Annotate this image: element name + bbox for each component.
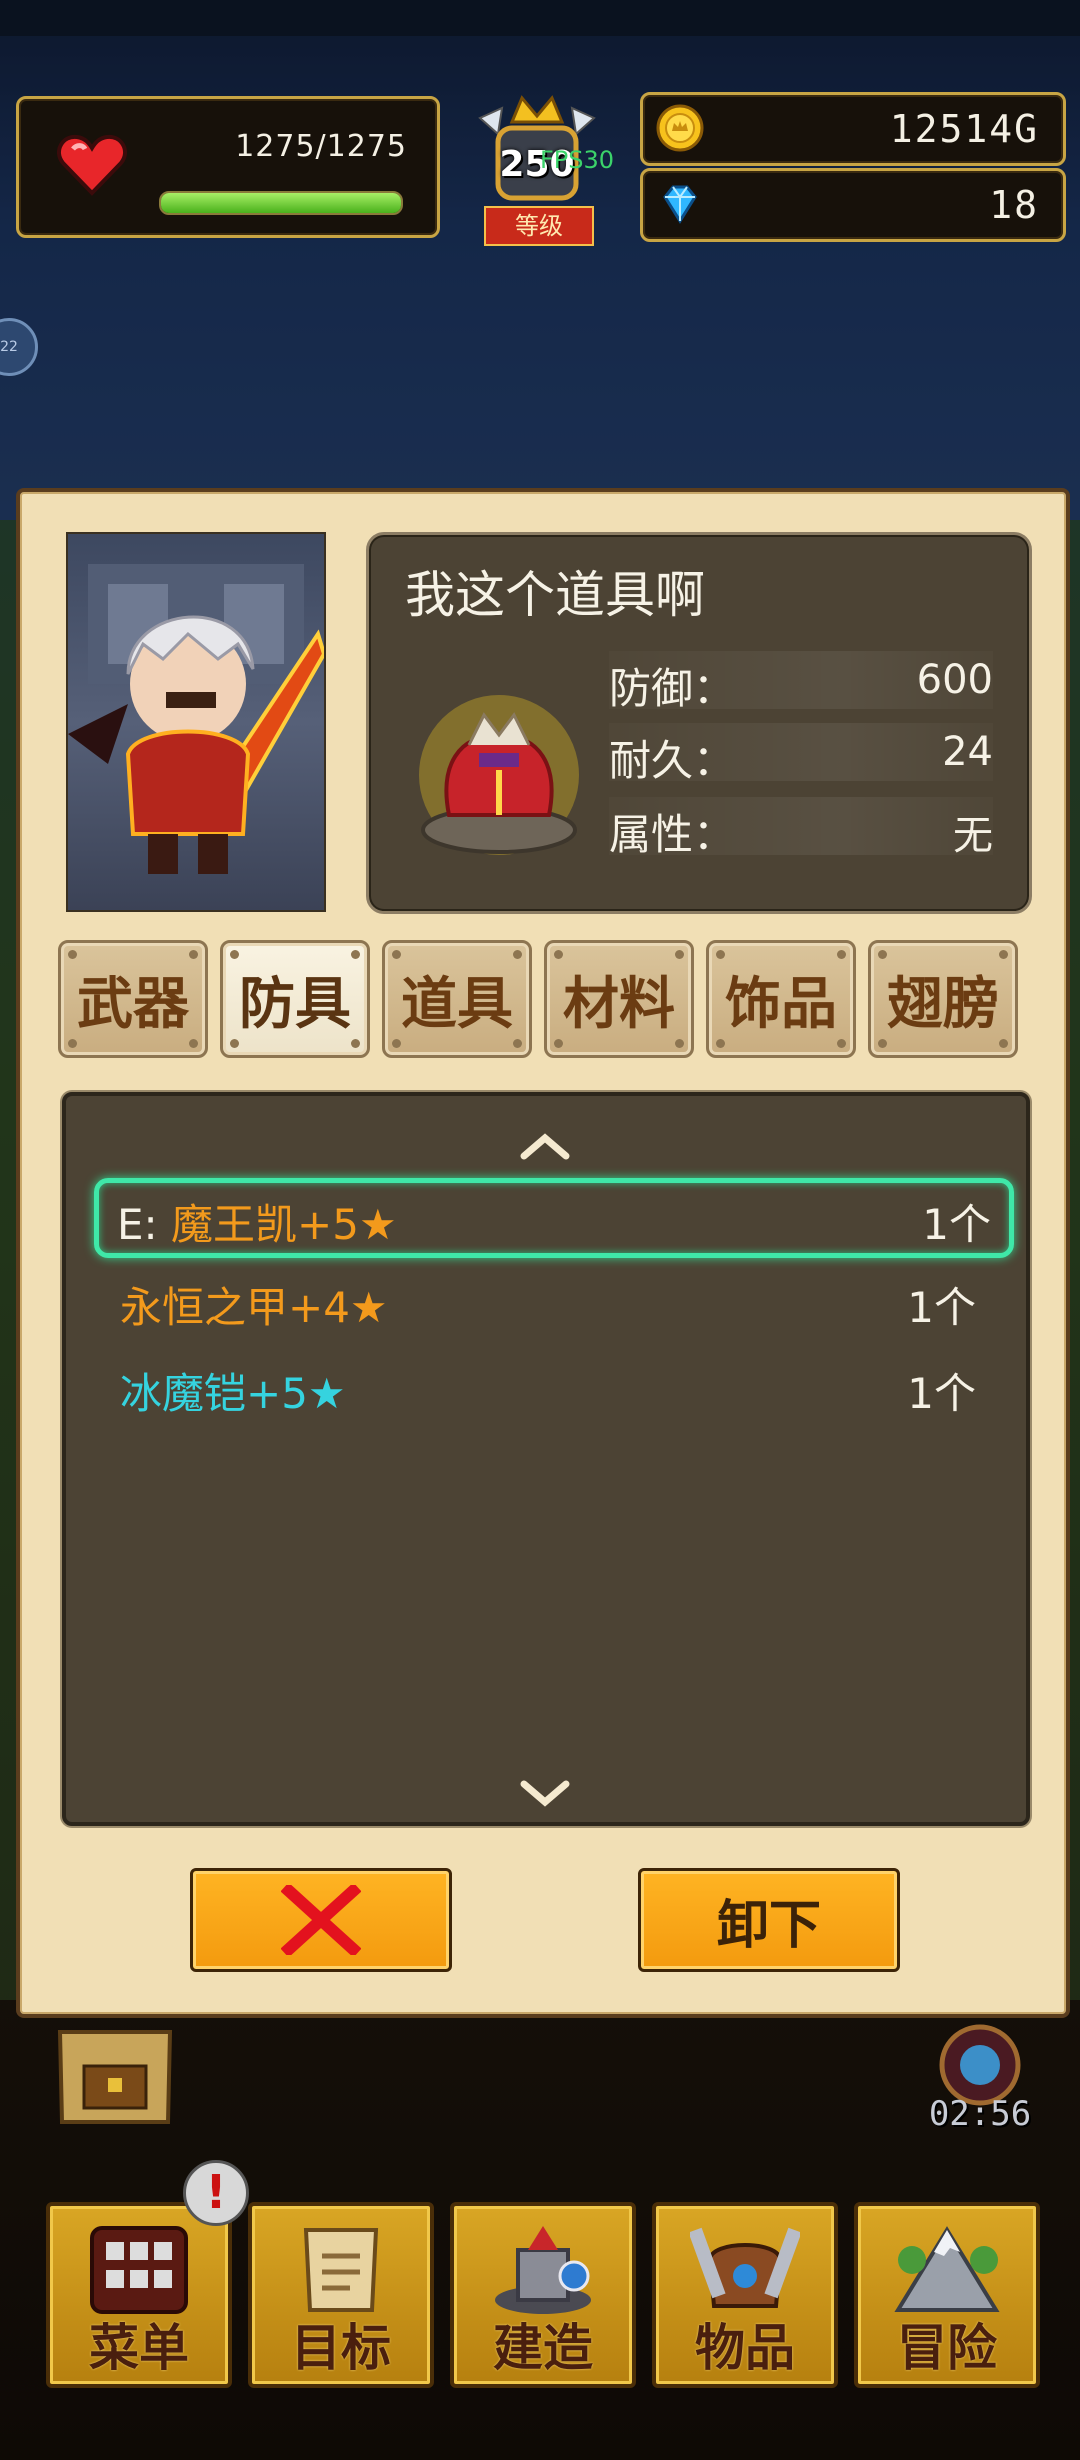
heart-icon <box>57 134 127 196</box>
bag-icon <box>690 2227 800 2308</box>
list-item-selected[interactable]: E: 魔王凯+5★ 1个 <box>94 1178 1014 1258</box>
hp-text: 1275/1275 <box>235 129 407 164</box>
nav-items[interactable]: 物品 <box>652 2202 838 2388</box>
stat-value: 无 <box>953 813 993 859</box>
tab-label: 道具 <box>401 971 513 1037</box>
diamond-icon <box>663 185 697 224</box>
gem-amount: 18 <box>989 183 1039 227</box>
grid-menu-icon <box>90 2226 188 2314</box>
tab-label: 防具 <box>239 971 351 1037</box>
timer-widget[interactable]: 02:56 <box>910 2020 1050 2140</box>
gold-amount: 12514G <box>889 107 1039 151</box>
nav-menu[interactable]: 菜单 <box>46 2202 232 2388</box>
item-name: 永恒之甲+4★ <box>120 1283 388 1332</box>
hp-bar <box>159 191 403 215</box>
stat-value: 600 <box>916 657 993 703</box>
armor-item-icon <box>419 695 579 855</box>
cancel-button[interactable] <box>190 1868 452 1972</box>
alert-badge: ! <box>183 2160 249 2226</box>
item-name: 冰魔铠+5★ <box>120 1369 346 1418</box>
stat-row-defense: 防御： 600 <box>609 651 993 713</box>
stat-label: 防御： <box>609 664 736 713</box>
tab-weapon[interactable]: 武器 <box>58 940 208 1058</box>
nav-label: 冒险 <box>897 2319 997 2377</box>
unequip-label: 卸下 <box>716 1895 821 1956</box>
stat-label: 耐久： <box>609 736 736 785</box>
nav-label: 物品 <box>695 2319 795 2377</box>
tab-label: 饰品 <box>725 971 837 1037</box>
nav-label: 菜单 <box>89 2319 189 2377</box>
scroll-icon <box>303 2228 379 2312</box>
hp-bar-fill <box>161 193 401 213</box>
tab-label: 材料 <box>563 971 675 1037</box>
tab-armor[interactable]: 防具 <box>220 940 370 1058</box>
gold-panel[interactable]: 12514G <box>640 92 1066 166</box>
fps-counter: FPS30 <box>540 146 615 174</box>
stat-row-durability: 耐久： 24 <box>609 723 993 785</box>
unequip-button[interactable]: 卸下 <box>638 1868 900 1972</box>
tab-materials[interactable]: 材料 <box>544 940 694 1058</box>
stat-label: 属性： <box>609 810 736 859</box>
close-icon <box>281 1885 361 1955</box>
item-name: E: 魔王凯+5★ <box>117 1200 397 1249</box>
item-list[interactable]: E: 魔王凯+5★ 1个 永恒之甲+4★ 1个 冰魔铠+5★ 1个 <box>62 1092 1030 1826</box>
tab-wings[interactable]: 翅膀 <box>868 940 1018 1058</box>
tab-label: 武器 <box>77 971 189 1037</box>
character-portrait <box>66 532 326 912</box>
stat-row-attribute: 属性： 无 <box>609 797 993 859</box>
nav-label: 目标 <box>291 2319 391 2377</box>
timer-text: 02:56 <box>928 2094 1032 2134</box>
item-count: 1个 <box>922 1200 991 1249</box>
tab-accessories[interactable]: 饰品 <box>706 940 856 1058</box>
tab-items[interactable]: 道具 <box>382 940 532 1058</box>
gold-coin-icon <box>656 104 704 152</box>
equipment-panel: 我这个道具啊 防御： 600 耐久： 24 属性： 无 武器 防具 道具 材料 … <box>16 488 1070 2018</box>
item-count: 1个 <box>907 1283 976 1332</box>
castle-icon <box>495 2226 591 2314</box>
nav-adventure[interactable]: 冒险 <box>854 2202 1040 2388</box>
nav-quest[interactable]: 目标 <box>248 2202 434 2388</box>
list-item[interactable]: 冰魔铠+5★ 1个 <box>102 1352 994 1424</box>
chevron-down-icon[interactable] <box>518 1778 572 1808</box>
quest-chest-icon[interactable] <box>50 2022 180 2132</box>
list-item[interactable]: 永恒之甲+4★ 1个 <box>102 1266 994 1338</box>
mountain-icon <box>894 2226 1000 2312</box>
stat-value: 24 <box>942 729 993 775</box>
nav-build[interactable]: 建造 <box>450 2202 636 2388</box>
item-title: 我这个道具啊 <box>405 566 705 624</box>
gem-panel[interactable]: 18 <box>640 168 1066 242</box>
hp-panel: 1275/1275 <box>16 96 440 238</box>
hero-sprite-icon <box>68 564 324 874</box>
chevron-up-icon[interactable] <box>518 1132 572 1162</box>
nav-label: 建造 <box>493 2319 593 2377</box>
item-count: 1个 <box>907 1369 976 1418</box>
tab-label: 翅膀 <box>887 971 999 1037</box>
level-label: 等级 <box>484 206 594 246</box>
item-detail-panel: 我这个道具啊 防御： 600 耐久： 24 属性： 无 <box>366 532 1032 914</box>
